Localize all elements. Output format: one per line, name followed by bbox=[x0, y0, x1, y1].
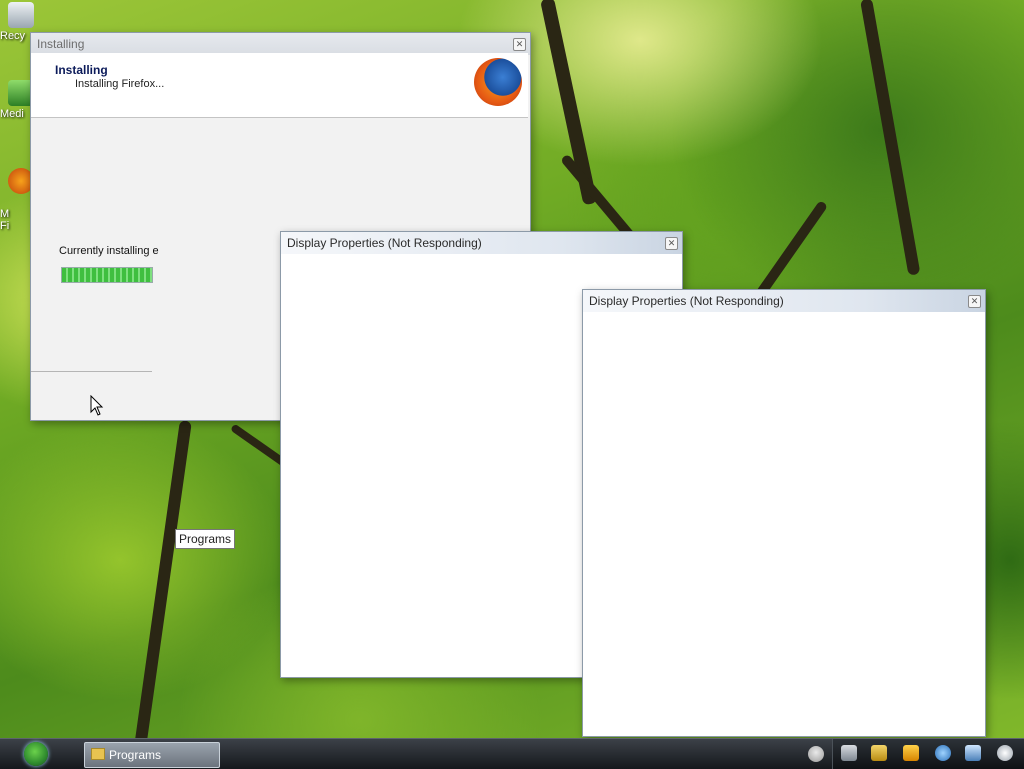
desktop-icon-label: Recy bbox=[0, 30, 26, 42]
desktop-icon-media[interactable]: Medi bbox=[0, 80, 34, 120]
close-button[interactable]: ✕ bbox=[968, 295, 981, 308]
installer-titlebar[interactable]: Installing ✕ bbox=[31, 33, 530, 55]
desktop-icon-label: M Fi bbox=[0, 208, 10, 232]
lightning-icon[interactable] bbox=[903, 745, 919, 761]
taskbar-button-programs[interactable]: Programs bbox=[84, 742, 220, 768]
network-icon[interactable] bbox=[965, 745, 981, 761]
display-properties-window: Display Properties (Not Responding) ✕ bbox=[582, 289, 986, 737]
bell-icon[interactable] bbox=[871, 745, 887, 761]
start-button[interactable] bbox=[10, 741, 76, 767]
folder-icon bbox=[91, 748, 105, 760]
desktop-icon-label: Medi bbox=[0, 108, 24, 120]
close-icon: ✕ bbox=[667, 238, 676, 248]
installer-header: Installing Installing Firefox... bbox=[31, 53, 528, 118]
desktop-icon-firefox[interactable]: M Fi bbox=[0, 156, 34, 232]
programs-tooltip: Programs bbox=[175, 529, 236, 549]
taskbar-button-label: Programs bbox=[109, 748, 162, 762]
divider bbox=[31, 371, 152, 372]
globe-icon[interactable] bbox=[935, 745, 951, 761]
header-title: Installing bbox=[55, 63, 108, 77]
display-properties-titlebar[interactable]: Display Properties (Not Responding) ✕ bbox=[583, 290, 985, 312]
close-icon: ✕ bbox=[515, 39, 524, 49]
window-title: Display Properties (Not Responding) bbox=[287, 236, 482, 250]
search-icon[interactable] bbox=[841, 745, 857, 761]
close-button[interactable]: ✕ bbox=[665, 237, 678, 250]
close-button[interactable]: ✕ bbox=[513, 38, 526, 51]
window-title: Installing bbox=[37, 37, 85, 51]
firefox-logo-icon bbox=[474, 58, 522, 106]
header-subtitle: Installing Firefox... bbox=[75, 78, 165, 90]
install-progress-bar bbox=[61, 267, 153, 283]
desktop-icon-recycle-bin[interactable]: Recy bbox=[0, 2, 34, 42]
mouse-cursor-icon bbox=[90, 394, 104, 420]
system-tray bbox=[832, 739, 1024, 769]
clock-icon[interactable] bbox=[997, 745, 1013, 761]
windows-logo-icon bbox=[24, 742, 48, 766]
recycle-bin-icon bbox=[8, 2, 34, 28]
progress-fill bbox=[62, 268, 152, 282]
window-title: Display Properties (Not Responding) bbox=[589, 294, 784, 308]
display-properties-titlebar[interactable]: Display Properties (Not Responding) ✕ bbox=[281, 232, 682, 254]
close-icon: ✕ bbox=[970, 296, 979, 306]
status-text: Currently installing e bbox=[59, 245, 159, 257]
tray-expand-icon[interactable] bbox=[808, 746, 824, 762]
taskbar: Programs bbox=[0, 738, 1024, 769]
